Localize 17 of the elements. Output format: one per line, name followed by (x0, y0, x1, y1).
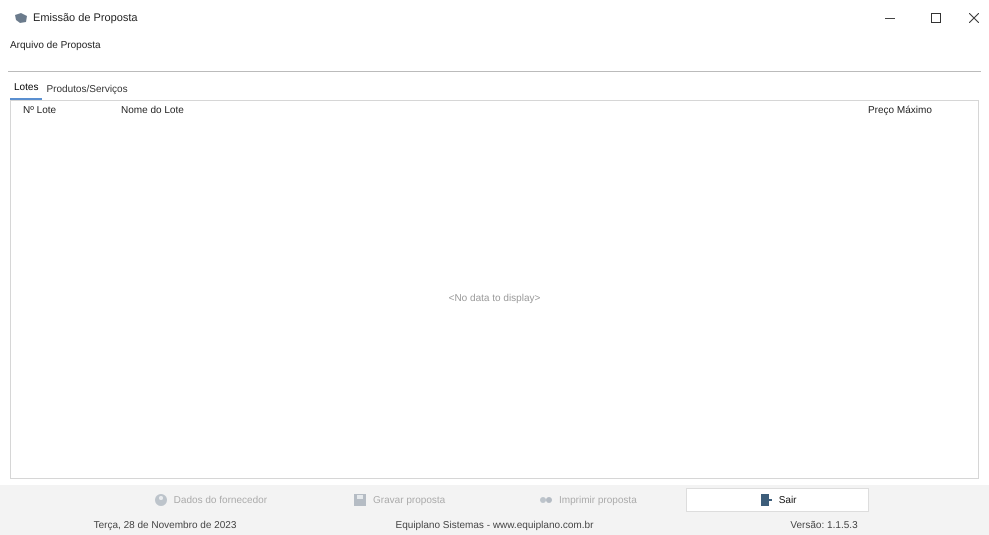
status-text: Versão: 1.1.5.3 (789, 518, 859, 532)
exit-button[interactable]: Sair (686, 488, 869, 512)
tab[interactable]: Lotes (10, 80, 42, 100)
menu-item[interactable]: Arquivo de Proposta (10, 38, 109, 52)
status-text: Equiplano Sistemas - www.equiplano.com.br (394, 518, 594, 532)
status-text: Terça, 28 de Novembro de 2023 (92, 518, 238, 532)
close-icon (969, 13, 979, 23)
app-icon (14, 12, 28, 24)
column-header[interactable]: Nº Lote (11, 102, 121, 118)
window-title: Emissão de Proposta (33, 10, 138, 26)
tab[interactable]: Produtos/Serviços (42, 82, 132, 100)
column-header[interactable]: Preço Máximo (868, 102, 978, 118)
maximize-icon (931, 13, 941, 23)
empty-message: <No data to display> (448, 292, 540, 306)
door-icon (758, 493, 773, 507)
column-header[interactable]: Nome do Lote (121, 102, 868, 118)
person-icon (154, 493, 168, 507)
